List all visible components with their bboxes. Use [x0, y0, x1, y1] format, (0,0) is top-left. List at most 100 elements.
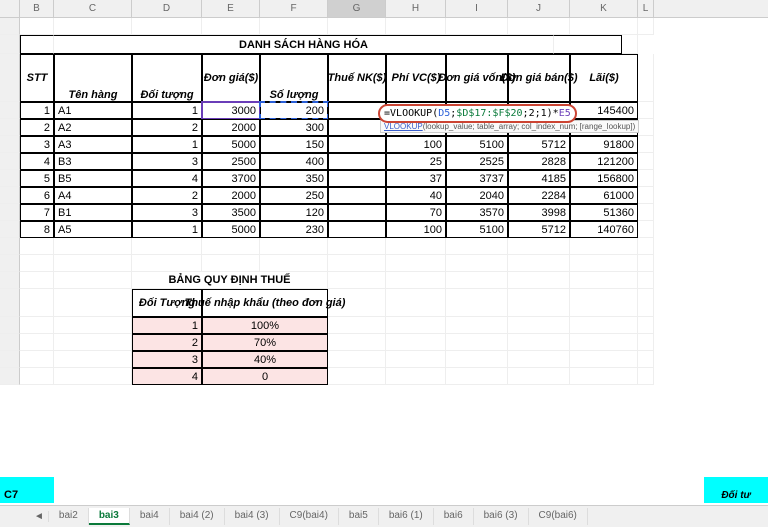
- name-box[interactable]: C7: [0, 477, 54, 503]
- cell-ten[interactable]: A4: [54, 187, 132, 204]
- cell-lai[interactable]: 91800: [570, 136, 638, 153]
- cell-lai[interactable]: 61000: [570, 187, 638, 204]
- cell-dongia[interactable]: 5000: [202, 221, 260, 238]
- cell-sl[interactable]: 200: [260, 102, 328, 119]
- cell-ban[interactable]: 5712: [508, 221, 570, 238]
- cell-sl[interactable]: 150: [260, 136, 328, 153]
- cell-stt[interactable]: 8: [20, 221, 54, 238]
- cell-ten[interactable]: A3: [54, 136, 132, 153]
- col-J[interactable]: J: [508, 0, 570, 17]
- cell-sl[interactable]: 230: [260, 221, 328, 238]
- cell-doi[interactable]: 1: [132, 136, 202, 153]
- cell-stt[interactable]: 3: [20, 136, 54, 153]
- col-L[interactable]: L: [638, 0, 654, 17]
- t2-pct[interactable]: 40%: [202, 351, 328, 368]
- sheet-tab[interactable]: bai4 (2): [170, 508, 225, 525]
- cell-von[interactable]: 3570: [446, 204, 508, 221]
- cell-von[interactable]: 5100: [446, 221, 508, 238]
- cell-ban[interactable]: 5712: [508, 136, 570, 153]
- grid[interactable]: DANH SÁCH HÀNG HÓA STT Tên hàng Đối tượn…: [0, 18, 768, 385]
- t2-doi[interactable]: 3: [132, 351, 202, 368]
- cell-thue[interactable]: [328, 204, 386, 221]
- cell-ten[interactable]: B5: [54, 170, 132, 187]
- cell-stt[interactable]: 5: [20, 170, 54, 187]
- sheet-tab[interactable]: bai6 (1): [379, 508, 434, 525]
- col-D[interactable]: D: [132, 0, 202, 17]
- col-G[interactable]: G: [328, 0, 386, 17]
- col-K[interactable]: K: [570, 0, 638, 17]
- cell-ten[interactable]: A5: [54, 221, 132, 238]
- cell-doi[interactable]: 2: [132, 119, 202, 136]
- cell-dongia[interactable]: 2000: [202, 187, 260, 204]
- cell-dongia[interactable]: 2500: [202, 153, 260, 170]
- cell-phi[interactable]: 25: [386, 153, 446, 170]
- cell-doi[interactable]: 1: [132, 221, 202, 238]
- cell-sl[interactable]: 300: [260, 119, 328, 136]
- cell-sl[interactable]: 250: [260, 187, 328, 204]
- cell-phi[interactable]: 37: [386, 170, 446, 187]
- sheet-tab[interactable]: bai4: [130, 508, 170, 525]
- cell-ban[interactable]: 3998: [508, 204, 570, 221]
- formula-editor[interactable]: =VLOOKUP(D5;$D$17:$F$20;2;1)*E5: [378, 104, 577, 123]
- cell-stt[interactable]: 4: [20, 153, 54, 170]
- sheet-tab[interactable]: bai6: [434, 508, 474, 525]
- cell-doi[interactable]: 3: [132, 204, 202, 221]
- cell-dongia[interactable]: 5000: [202, 136, 260, 153]
- col-C[interactable]: C: [54, 0, 132, 17]
- sheet-tab[interactable]: bai4 (3): [225, 508, 280, 525]
- col-I[interactable]: I: [446, 0, 508, 17]
- cell-lai[interactable]: 121200: [570, 153, 638, 170]
- sheet-tab[interactable]: C9(bai6): [529, 508, 588, 525]
- cell-von[interactable]: 3737: [446, 170, 508, 187]
- cell-phi[interactable]: 100: [386, 221, 446, 238]
- tab-nav-left-icon[interactable]: ◄: [30, 511, 49, 522]
- cell-lai[interactable]: 140760: [570, 221, 638, 238]
- cell-sl[interactable]: 120: [260, 204, 328, 221]
- cell-phi[interactable]: 70: [386, 204, 446, 221]
- cell-doi[interactable]: 3: [132, 153, 202, 170]
- cell-thue[interactable]: [328, 187, 386, 204]
- t2-pct[interactable]: 100%: [202, 317, 328, 334]
- cell-stt[interactable]: 2: [20, 119, 54, 136]
- cell-doi[interactable]: 1: [132, 102, 202, 119]
- cell-von[interactable]: 5100: [446, 136, 508, 153]
- cell-lai[interactable]: 51360: [570, 204, 638, 221]
- cell-stt[interactable]: 1: [20, 102, 54, 119]
- sheet-tab[interactable]: bai3: [89, 508, 130, 525]
- cell-thue[interactable]: [328, 221, 386, 238]
- t2-pct[interactable]: 0: [202, 368, 328, 385]
- col-B[interactable]: B: [20, 0, 54, 17]
- cell-thue[interactable]: [328, 119, 386, 136]
- cell-stt[interactable]: 7: [20, 204, 54, 221]
- col-H[interactable]: H: [386, 0, 446, 17]
- col-E[interactable]: E: [202, 0, 260, 17]
- sheet-tab[interactable]: bai2: [49, 508, 89, 525]
- t2-doi[interactable]: 1: [132, 317, 202, 334]
- cell-dongia[interactable]: 2000: [202, 119, 260, 136]
- cell-doi[interactable]: 4: [132, 170, 202, 187]
- cell-dongia[interactable]: 3500: [202, 204, 260, 221]
- cell-ten[interactable]: B1: [54, 204, 132, 221]
- cell-thue[interactable]: [328, 153, 386, 170]
- sheet-tab[interactable]: bai5: [339, 508, 379, 525]
- cell-von[interactable]: 2040: [446, 187, 508, 204]
- cell-dongia[interactable]: 3700: [202, 170, 260, 187]
- cell-ban[interactable]: 2284: [508, 187, 570, 204]
- cell-dongia[interactable]: 3000: [202, 102, 260, 119]
- t2-doi[interactable]: 4: [132, 368, 202, 385]
- cell-thue[interactable]: [328, 136, 386, 153]
- cell-phi[interactable]: 40: [386, 187, 446, 204]
- cell-sl[interactable]: 350: [260, 170, 328, 187]
- sheet-tab[interactable]: C9(bai4): [280, 508, 339, 525]
- sheet-tab[interactable]: bai6 (3): [474, 508, 529, 525]
- cell-ten[interactable]: A2: [54, 119, 132, 136]
- cell-sl[interactable]: 400: [260, 153, 328, 170]
- cell-stt[interactable]: 6: [20, 187, 54, 204]
- cell-ban[interactable]: 2828: [508, 153, 570, 170]
- t2-doi[interactable]: 2: [132, 334, 202, 351]
- cell-thue[interactable]: [328, 170, 386, 187]
- cell-ten[interactable]: B3: [54, 153, 132, 170]
- t2-pct[interactable]: 70%: [202, 334, 328, 351]
- cell-ban[interactable]: 4185: [508, 170, 570, 187]
- cell-phi[interactable]: 100: [386, 136, 446, 153]
